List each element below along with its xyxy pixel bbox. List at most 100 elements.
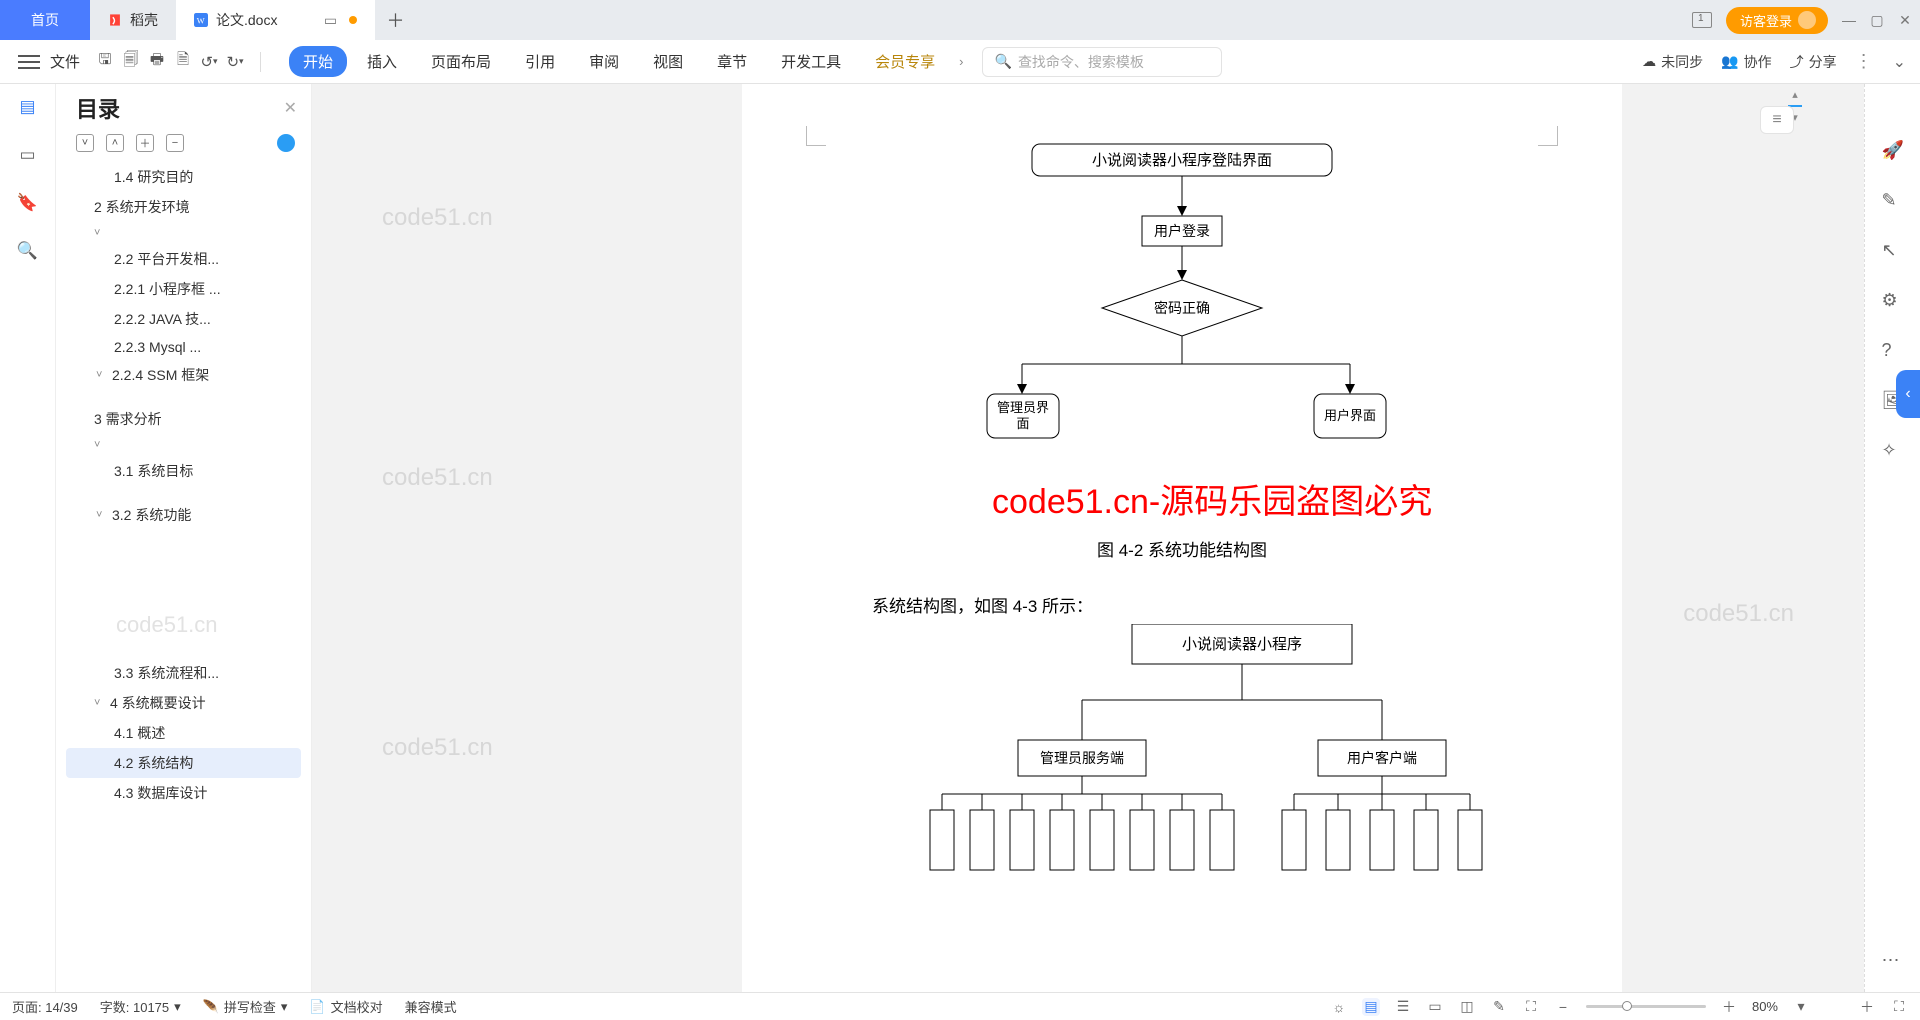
bookmark-icon[interactable]: 🔖 (17, 192, 39, 214)
minimize-icon[interactable]: — (1842, 13, 1856, 27)
settings-icon[interactable]: ⚙ (1882, 290, 1904, 312)
menu-tab-view[interactable]: 视图 (639, 46, 697, 77)
tab-document[interactable]: W 论文.docx ▭ (176, 0, 375, 40)
help-icon[interactable]: ? (1882, 340, 1904, 362)
fullscreen-icon[interactable]: ⛶ (1890, 998, 1908, 1016)
outline-panel-icon[interactable]: ▤ (17, 96, 39, 118)
qat-undo-icon[interactable]: ↺▾ (198, 51, 220, 73)
status-bar: 页面: 14/39 字数: 10175 ▾ 🪶 拼写检查 ▾ 📄 文档校对 兼容… (0, 992, 1920, 1020)
view-tools-icon[interactable]: ✎ (1490, 998, 1508, 1016)
qat-saveas-icon[interactable]: 🗐 (120, 51, 142, 73)
page-indicator[interactable]: 页面: 14/39 (12, 997, 78, 1016)
qat-save-icon[interactable]: 🖫 (94, 51, 116, 73)
zoom-out-icon[interactable]: − (1554, 998, 1572, 1016)
new-tab-button[interactable]: ＋ (375, 0, 415, 40)
menu-tab-vip[interactable]: 会员专享 (861, 46, 949, 77)
command-search[interactable]: 🔍 查找命令、搜索模板 (982, 47, 1222, 77)
guest-login-button[interactable]: 访客登录 (1726, 7, 1828, 34)
outline-item[interactable]: 2.2.1 小程序框 ... (66, 274, 301, 304)
outline-item[interactable]: 4.3 数据库设计 (66, 778, 301, 808)
outline-item[interactable]: 2 系统开发环境 (66, 192, 301, 222)
caret-icon: ˅ (96, 369, 106, 381)
cursor-icon[interactable]: ↖ (1882, 240, 1904, 262)
hamburger-icon[interactable] (18, 55, 40, 69)
outline-item[interactable]: ˅2.2.4 SSM 框架 (66, 360, 301, 390)
zoom-slider[interactable] (1586, 1005, 1706, 1008)
outline-item[interactable]: ˅ (66, 434, 301, 456)
menu-tab-layout[interactable]: 页面布局 (417, 46, 505, 77)
word-count[interactable]: 字数: 10175 ▾ (100, 997, 181, 1016)
add-pane-icon[interactable]: ＋ (1858, 998, 1876, 1016)
outline-item[interactable]: 2.2.2 JAVA 技... (66, 304, 301, 334)
outline-list[interactable]: 1.4 研究目的2 系统开发环境˅2.2 平台开发相...2.2.1 小程序框 … (56, 160, 311, 992)
rocket-icon[interactable]: 🚀 (1882, 140, 1904, 162)
compat-mode[interactable]: 兼容模式 (405, 997, 457, 1016)
qat-redo-icon[interactable]: ↻▾ (224, 51, 246, 73)
file-menu[interactable]: 文件 (50, 51, 80, 72)
share-button[interactable]: ⤴分享 (1790, 52, 1837, 72)
menu-tab-start[interactable]: 开始 (289, 46, 347, 77)
outline-item[interactable]: 2.2.3 Mysql ... (66, 334, 301, 360)
search-panel-icon[interactable]: 🔍 (17, 240, 39, 262)
brightness-icon[interactable]: ☼ (1330, 998, 1348, 1016)
menu-tab-review[interactable]: 审阅 (575, 46, 633, 77)
watermark-overlay: code51.cn-源码乐园盗图必究 (992, 474, 1432, 523)
sidebar-close-icon[interactable]: ✕ (284, 98, 297, 118)
zoom-value[interactable]: 80% (1752, 999, 1778, 1014)
add-node-icon[interactable]: ＋ (136, 134, 154, 152)
menu-tab-ref[interactable]: 引用 (511, 46, 569, 77)
zoom-in-icon[interactable]: ＋ (1720, 998, 1738, 1016)
menu-tab-chapter[interactable]: 章节 (703, 46, 761, 77)
qat-preview-icon[interactable]: 🗎 (172, 51, 194, 73)
flowchart-2: 小说阅读器小程序 管理员服务端 用户客户端 (742, 624, 1622, 889)
document-canvas[interactable]: code51.cn code51.cn code51.cn code51.cn … (312, 84, 1864, 992)
outline-item[interactable]: 4.2 系统结构 (66, 748, 301, 778)
qat-print-icon[interactable]: 🖶 (146, 51, 168, 73)
view-web-icon[interactable]: ◫ (1458, 998, 1476, 1016)
tab-home[interactable]: 首页 (0, 0, 90, 40)
collapse-ribbon-icon[interactable]: ⌄ (1893, 52, 1906, 72)
spell-check[interactable]: 🪶 拼写检查 ▾ (203, 997, 288, 1016)
side-flyout-handle[interactable]: ‹ (1896, 370, 1920, 418)
presentation-icon[interactable]: ▭ (17, 144, 39, 166)
expand-all-icon[interactable]: ˄ (106, 134, 124, 152)
menu-tab-dev[interactable]: 开发工具 (767, 46, 855, 77)
outline-item[interactable]: 3.3 系统流程和... (66, 658, 301, 688)
tab-window-icon[interactable]: ▭ (323, 13, 337, 27)
outline-item[interactable]: 3 需求分析 (66, 404, 301, 434)
view-page-icon[interactable]: ▤ (1362, 998, 1380, 1016)
pen-icon[interactable]: ✎ (1882, 190, 1904, 212)
collapse-all-icon[interactable]: ˅ (76, 134, 94, 152)
tab-daoqiao[interactable]: 稻壳 (90, 0, 176, 40)
outline-item[interactable]: ˅4 系统概要设计 (66, 688, 301, 718)
more-icon[interactable]: ⋮ (1855, 51, 1875, 72)
menu-tab-insert[interactable]: 插入 (353, 46, 411, 77)
outline-item[interactable]: 2.2 平台开发相... (66, 244, 301, 274)
outline-item[interactable]: 3.1 系统目标 (66, 456, 301, 486)
outline-item[interactable]: ˅3.2 系统功能 (66, 500, 301, 530)
outline-item[interactable]: ˅ (66, 222, 301, 244)
outline-item[interactable]: 4.1 概述 (66, 718, 301, 748)
watermark: code51.cn (382, 464, 493, 492)
close-icon[interactable]: ✕ (1898, 13, 1912, 27)
separator (260, 52, 261, 72)
sparkle-icon[interactable]: ✧ (1882, 440, 1904, 462)
watermark: code51.cn (382, 734, 493, 762)
sidebar-refresh-icon[interactable] (277, 134, 295, 152)
view-outline-icon[interactable]: ☰ (1394, 998, 1412, 1016)
flowchart-1: 小说阅读器小程序登陆界面 用户登录 密码正确 (742, 124, 1622, 509)
right-tool-column: 🚀 ✎ ↖ ⚙ ? 🖼 ✧ ⋯ (1864, 84, 1920, 992)
floating-panel-toggle[interactable]: ≡ (1760, 106, 1794, 134)
outline-item[interactable]: 1.4 研究目的 (66, 162, 301, 192)
menu-more-icon[interactable]: › (959, 54, 963, 69)
collab-button[interactable]: 👥协作 (1721, 52, 1771, 72)
more-tools-icon[interactable]: ⋯ (1882, 950, 1904, 972)
window-count-icon[interactable] (1692, 12, 1712, 28)
doc-proof[interactable]: 📄 文档校对 (309, 997, 382, 1016)
view-read-icon[interactable]: ▭ (1426, 998, 1444, 1016)
maximize-icon[interactable]: ▢ (1870, 13, 1884, 27)
zoom-fit-icon[interactable]: ⛶ (1522, 998, 1540, 1016)
sync-status[interactable]: ☁未同步 (1642, 52, 1703, 72)
zoom-menu-icon[interactable]: ▾ (1792, 998, 1810, 1016)
remove-node-icon[interactable]: − (166, 134, 184, 152)
